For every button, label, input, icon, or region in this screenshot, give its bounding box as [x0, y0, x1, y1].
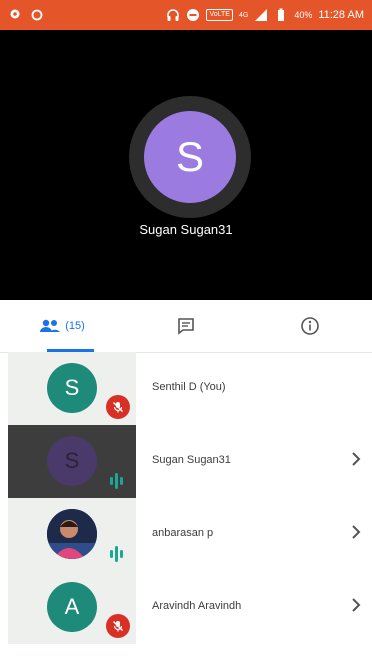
- chat-icon: [178, 318, 194, 335]
- photo-avatar: [47, 509, 97, 559]
- status-bar: VoLTE 4G 40% 11:28 AM: [0, 0, 372, 30]
- tab-info[interactable]: [248, 300, 372, 352]
- do-not-disturb-icon: [187, 9, 200, 21]
- participant-name: Sugan Sugan31: [152, 454, 231, 466]
- avatar: S: [47, 363, 97, 413]
- clock: 11:28 AM: [318, 9, 364, 21]
- chevron-right-icon[interactable]: [349, 451, 363, 467]
- participant-tile: A: [8, 571, 136, 644]
- chevron-right-icon[interactable]: [349, 597, 363, 613]
- battery-percent: 40%: [294, 10, 313, 20]
- mic-off-badge: [106, 614, 130, 638]
- person-photo-icon: [47, 509, 97, 559]
- participant-name: Aravindh Aravindh: [152, 600, 242, 612]
- participant-tile: S: [8, 352, 136, 425]
- chevron-right-icon[interactable]: [349, 524, 363, 540]
- mic-off-badge: [106, 395, 130, 419]
- meeting-tabs: (15): [0, 300, 372, 353]
- speaking-indicator-icon: [110, 546, 123, 562]
- speaker-avatar[interactable]: S: [144, 111, 236, 203]
- volte-badge: VoLTE: [206, 9, 233, 21]
- participant-tile: S: [8, 425, 136, 498]
- active-speaker-stage: S Sugan Sugan31: [0, 30, 372, 300]
- location-pin-icon: [10, 9, 20, 19]
- avatar: S: [47, 436, 97, 486]
- info-icon: [301, 317, 319, 335]
- participant-row[interactable]: anbarasan p: [0, 498, 372, 571]
- tab-chat[interactable]: [124, 300, 248, 352]
- tab-participants[interactable]: (15): [0, 300, 124, 352]
- participant-row[interactable]: S Senthil D (You): [0, 352, 372, 425]
- participant-tile: [8, 498, 136, 571]
- mic-off-icon: [113, 402, 123, 413]
- participants-count: (15): [65, 320, 85, 332]
- speaker-name: Sugan Sugan31: [139, 222, 233, 237]
- participant-row[interactable]: A Aravindh Aravindh: [0, 571, 372, 644]
- participant-name: anbarasan p: [152, 527, 214, 539]
- people-icon: [40, 319, 61, 332]
- battery-icon: [278, 8, 285, 21]
- participant-row[interactable]: S Sugan Sugan31: [0, 425, 372, 498]
- avatar: A: [47, 582, 97, 632]
- participant-list: S Senthil D (You) S Sugan Sugan31 anbara…: [0, 352, 372, 644]
- network-type: 4G: [238, 11, 249, 19]
- signal-icon: [255, 9, 268, 21]
- sync-icon: [31, 9, 43, 21]
- speaking-indicator-icon: [110, 473, 123, 489]
- mic-off-icon: [113, 621, 123, 632]
- participant-name: Senthil D (You): [152, 381, 226, 393]
- headphones-icon: [167, 9, 180, 21]
